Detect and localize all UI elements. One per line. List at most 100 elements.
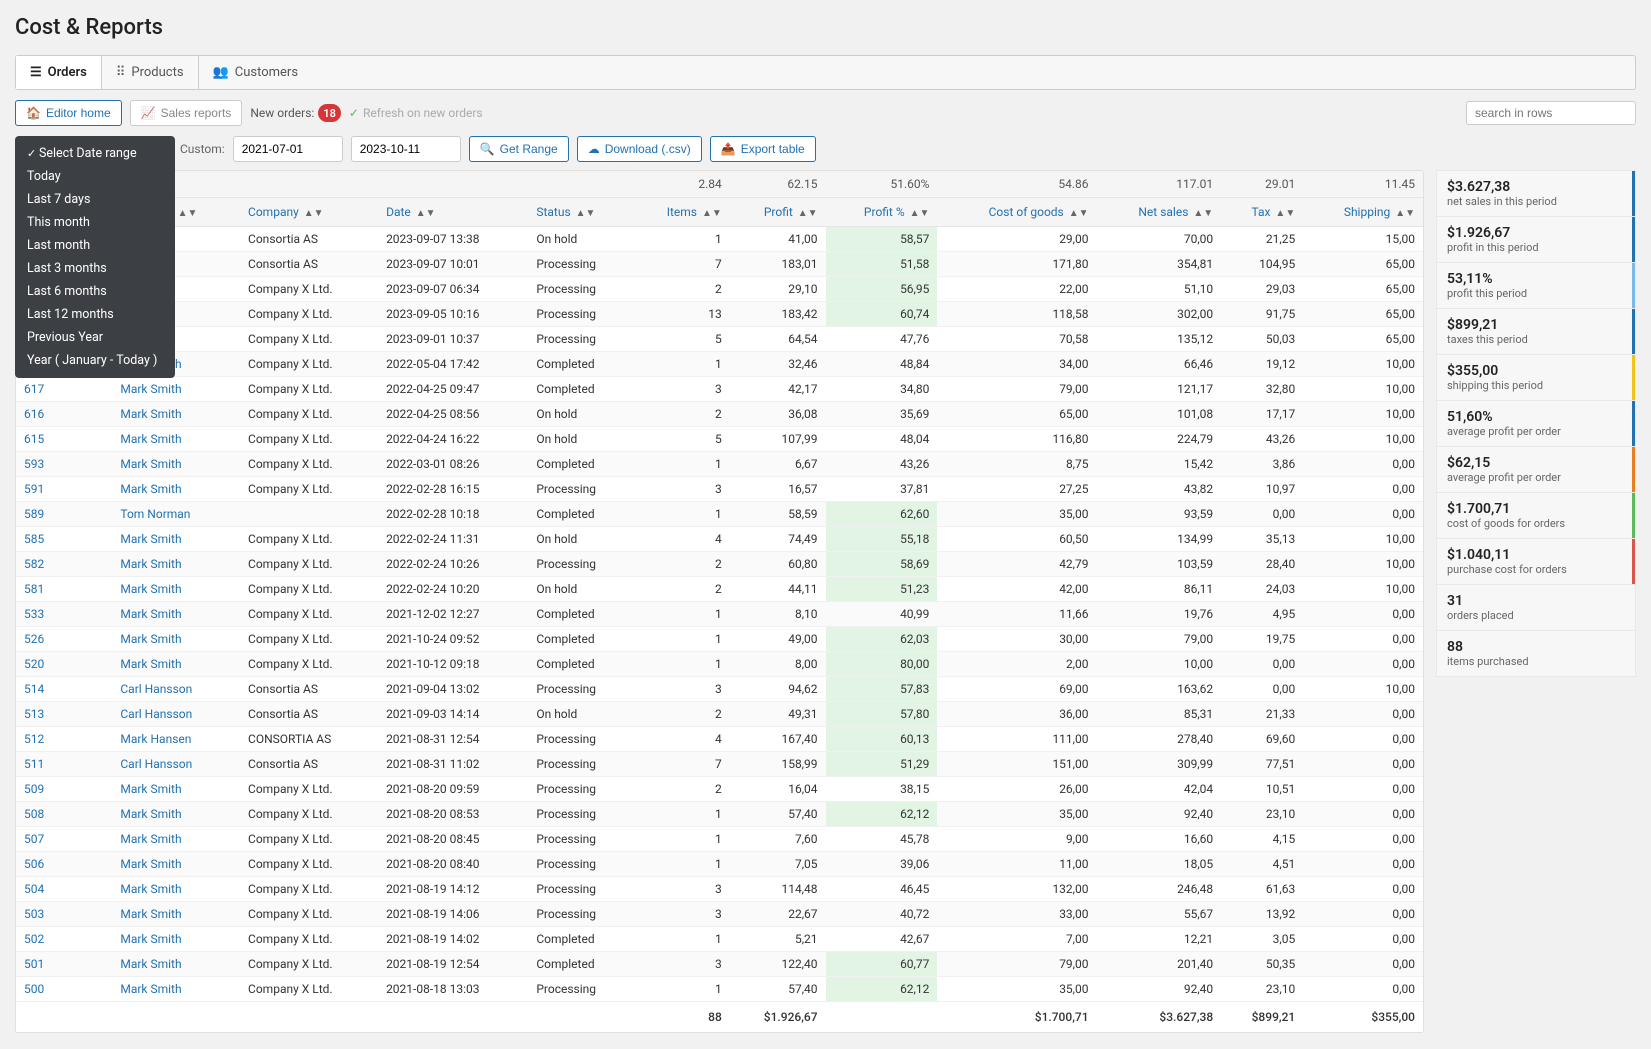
col-header[interactable]: Items ▲▼	[632, 198, 730, 227]
order-link[interactable]: 500	[16, 977, 112, 1002]
stat-card[interactable]: 31orders placed	[1436, 584, 1636, 630]
date-range-option[interactable]: Select Date range	[15, 142, 175, 165]
date-range-option[interactable]: Today	[15, 165, 175, 188]
editor-home-button[interactable]: 🏠Editor home	[15, 100, 122, 126]
col-header[interactable]: Profit ▲▼	[730, 198, 826, 227]
order-link[interactable]: 520	[16, 652, 112, 677]
stat-card[interactable]: $1.926,67profit in this period	[1436, 216, 1636, 262]
customer-link[interactable]: Mark Smith	[112, 977, 240, 1002]
total-tax: $899,21	[1221, 1002, 1303, 1033]
col-header[interactable]: Profit % ▲▼	[826, 198, 938, 227]
order-link[interactable]: 506	[16, 852, 112, 877]
customer-link[interactable]: Mark Smith	[112, 777, 240, 802]
col-header[interactable]: Cost of goods ▲▼	[937, 198, 1096, 227]
order-link[interactable]: 507	[16, 827, 112, 852]
customer-link[interactable]: Mark Smith	[112, 602, 240, 627]
order-link[interactable]: 508	[16, 802, 112, 827]
export-icon: 📤	[721, 142, 736, 156]
stat-card[interactable]: $1.040,11purchase cost for orders	[1436, 538, 1636, 584]
order-link[interactable]: 591	[16, 477, 112, 502]
stat-card[interactable]: 88items purchased	[1436, 630, 1636, 677]
col-header[interactable]: Tax ▲▼	[1221, 198, 1303, 227]
order-link[interactable]: 503	[16, 902, 112, 927]
customer-link[interactable]: Mark Smith	[112, 427, 240, 452]
stat-card[interactable]: $899,21taxes this period	[1436, 308, 1636, 354]
col-header[interactable]: Status ▲▼	[528, 198, 632, 227]
order-link[interactable]: 514	[16, 677, 112, 702]
customer-link[interactable]: Mark Smith	[112, 827, 240, 852]
order-link[interactable]: 617	[16, 377, 112, 402]
customer-link[interactable]: Tom Norman	[112, 502, 240, 527]
company-cell: Company X Ltd.	[240, 477, 378, 502]
customer-link[interactable]: Mark Smith	[112, 952, 240, 977]
customer-link[interactable]: Carl Hansson	[112, 677, 240, 702]
order-link[interactable]: 585	[16, 527, 112, 552]
customer-link[interactable]: Mark Smith	[112, 552, 240, 577]
col-header[interactable]: Date ▲▼	[378, 198, 528, 227]
profitpct-cell: 60,74	[826, 302, 938, 327]
refresh-toggle[interactable]: ✓Refresh on new orders	[349, 106, 483, 120]
export-table-button[interactable]: 📤Export table	[710, 136, 816, 162]
date-to-input[interactable]	[351, 136, 461, 162]
date-range-option[interactable]: Previous Year	[15, 326, 175, 349]
order-link[interactable]: 593	[16, 452, 112, 477]
stat-card[interactable]: $355,00shipping this period	[1436, 354, 1636, 400]
customer-link[interactable]: Mark Hansen	[112, 727, 240, 752]
customer-link[interactable]: Mark Smith	[112, 527, 240, 552]
order-link[interactable]: 513	[16, 702, 112, 727]
order-link[interactable]: 582	[16, 552, 112, 577]
date-range-option[interactable]: Last month	[15, 234, 175, 257]
customer-link[interactable]: Mark Smith	[112, 402, 240, 427]
order-link[interactable]: 526	[16, 627, 112, 652]
col-header[interactable]: Net sales ▲▼	[1097, 198, 1222, 227]
order-link[interactable]: 509	[16, 777, 112, 802]
customer-link[interactable]: Mark Smith	[112, 852, 240, 877]
date-cell: 2021-09-04 13:02	[378, 677, 528, 702]
tab-orders[interactable]: ☰Orders	[16, 56, 102, 89]
date-range-option[interactable]: This month	[15, 211, 175, 234]
customer-link[interactable]: Mark Smith	[112, 577, 240, 602]
order-link[interactable]: 501	[16, 952, 112, 977]
date-from-input[interactable]	[233, 136, 343, 162]
customer-link[interactable]: Mark Smith	[112, 802, 240, 827]
col-header[interactable]: Company ▲▼	[240, 198, 378, 227]
stat-card[interactable]: $3.627,38net sales in this period	[1436, 170, 1636, 216]
customer-link[interactable]: Mark Smith	[112, 452, 240, 477]
order-link[interactable]: 533	[16, 602, 112, 627]
stat-card[interactable]: $1.700,71cost of goods for orders	[1436, 492, 1636, 538]
customer-link[interactable]: Mark Smith	[112, 927, 240, 952]
sales-reports-button[interactable]: 📈Sales reports	[130, 100, 243, 126]
company-cell: Consortia AS	[240, 702, 378, 727]
stat-card[interactable]: 51,60%average profit per order	[1436, 400, 1636, 446]
search-input[interactable]	[1466, 101, 1636, 125]
customer-link[interactable]: Mark Smith	[112, 652, 240, 677]
date-range-dropdown[interactable]: Select Date rangeTodayLast 7 daysThis mo…	[15, 136, 175, 378]
customer-link[interactable]: Mark Smith	[112, 627, 240, 652]
order-link[interactable]: 502	[16, 927, 112, 952]
download-csv-button[interactable]: ☁Download (.csv)	[577, 136, 702, 162]
customer-link[interactable]: Mark Smith	[112, 902, 240, 927]
tab-products[interactable]: ⠿Products	[102, 56, 199, 89]
order-link[interactable]: 512	[16, 727, 112, 752]
stat-card[interactable]: 53,11%profit this period	[1436, 262, 1636, 308]
date-range-option[interactable]: Last 7 days	[15, 188, 175, 211]
customer-link[interactable]: Mark Smith	[112, 377, 240, 402]
date-range-option[interactable]: Last 3 months	[15, 257, 175, 280]
date-range-option[interactable]: Last 12 months	[15, 303, 175, 326]
tab-customers[interactable]: 👥Customers	[199, 56, 312, 89]
order-link[interactable]: 589	[16, 502, 112, 527]
order-link[interactable]: 511	[16, 752, 112, 777]
order-link[interactable]: 615	[16, 427, 112, 452]
col-header[interactable]: Shipping ▲▼	[1303, 198, 1423, 227]
get-range-button[interactable]: 🔍Get Range	[469, 136, 569, 162]
customer-link[interactable]: Carl Hansson	[112, 752, 240, 777]
order-link[interactable]: 581	[16, 577, 112, 602]
order-link[interactable]: 616	[16, 402, 112, 427]
customer-link[interactable]: Mark Smith	[112, 477, 240, 502]
date-range-option[interactable]: Last 6 months	[15, 280, 175, 303]
customer-link[interactable]: Carl Hansson	[112, 702, 240, 727]
customer-link[interactable]: Mark Smith	[112, 877, 240, 902]
order-link[interactable]: 504	[16, 877, 112, 902]
stat-card[interactable]: $62,15average profit per order	[1436, 446, 1636, 492]
date-range-option[interactable]: Year ( January - Today )	[15, 349, 175, 372]
